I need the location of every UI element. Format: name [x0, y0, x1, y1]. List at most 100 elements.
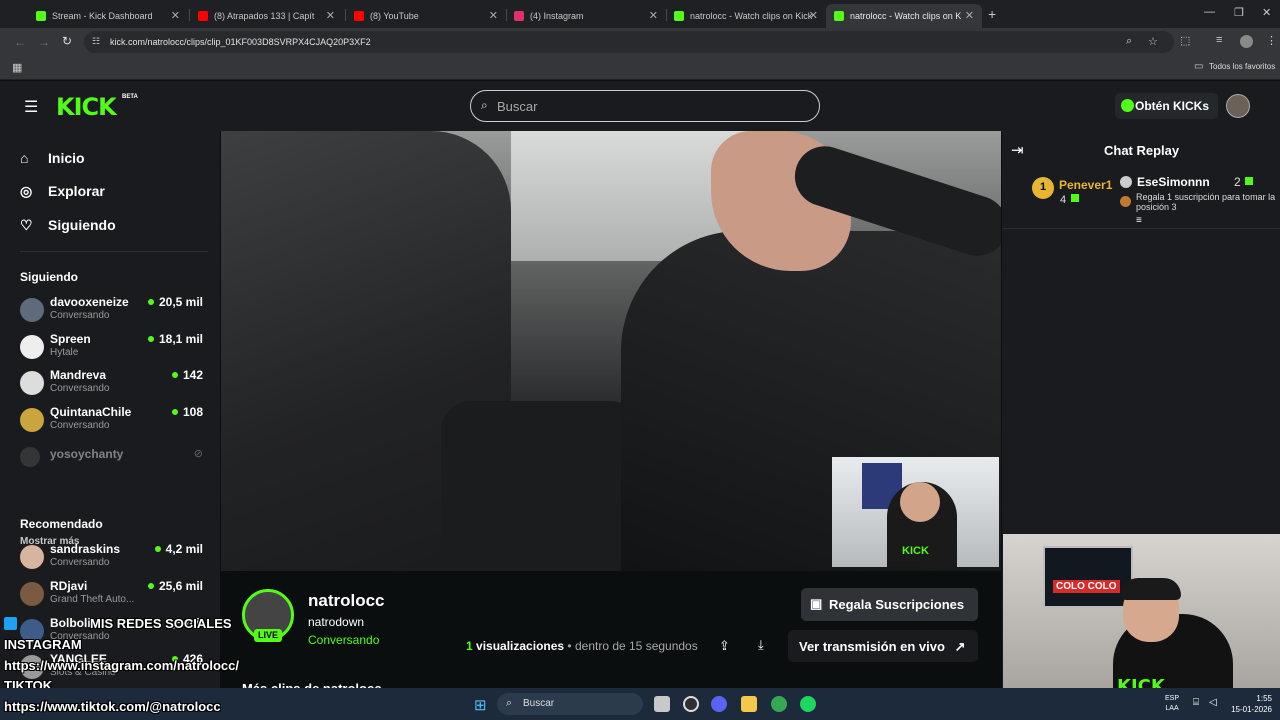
clock-date: 15-01-2026 [1231, 705, 1272, 714]
sidebar-channel[interactable]: RDjavi Grand Theft Auto... 25,6 mil [20, 579, 210, 611]
cam-face [900, 482, 940, 522]
viewer-count: 25,6 mil [148, 579, 203, 593]
apps-grid-icon[interactable]: ▦ [12, 61, 22, 74]
folder-icon: ▭ [1194, 61, 1204, 72]
nav-label: Inicio [48, 150, 85, 166]
taskbar-search[interactable]: ⌕ Buscar [497, 693, 643, 715]
download-icon[interactable]: ⤓ [758, 637, 764, 653]
browser-tab[interactable]: natrolocc - Watch clips on Kick ✕ [666, 4, 826, 28]
forward-icon[interactable]: → [38, 35, 50, 49]
tab-label: (8) Atrapados 133 | Capít [214, 11, 315, 21]
leader2-name[interactable]: EseSimonnn [1137, 175, 1210, 189]
clip-views: 1 visualizaciones • dentro de 15 segundo… [466, 639, 698, 653]
extensions-icon[interactable]: ⬚ [1180, 34, 1190, 47]
browser-tab[interactable]: (8) Atrapados 133 | Capít ✕ [190, 4, 343, 28]
colo-colo-flag [1043, 546, 1133, 608]
file-explorer-icon[interactable] [741, 696, 757, 712]
browser-tab-active[interactable]: natrolocc - Watch clips on K ✕ [826, 4, 982, 28]
following-title: Siguiendo [20, 270, 78, 284]
url-input[interactable]: ☷ kick.com/natrolocc/clips/clip_01KF003D… [84, 31, 1174, 53]
profile-avatar[interactable] [1240, 35, 1253, 48]
back-icon[interactable]: ← [14, 35, 26, 49]
kick-favicon-icon [36, 11, 46, 21]
gift-subs-button[interactable]: ▣ Regala Suscripciones [801, 588, 978, 621]
viewer-count: 108 [172, 405, 203, 419]
user-avatar[interactable] [1226, 94, 1250, 118]
menu-icon[interactable]: ⋮ [1266, 34, 1277, 47]
avatar [20, 408, 44, 432]
sidebar-channel[interactable]: Mandreva Conversando 142 [20, 368, 210, 400]
bookmark-star-icon[interactable]: ☆ [1148, 35, 1158, 48]
new-tab-icon[interactable]: + [988, 6, 996, 22]
discord-icon[interactable] [711, 696, 727, 712]
channel-name: RDjavi [50, 579, 88, 593]
clock-time: 1:55 [1256, 694, 1272, 703]
streamer-hair [1121, 578, 1181, 600]
windows-start-icon[interactable]: ⊞ [474, 696, 487, 714]
avatar [20, 447, 40, 467]
avatar [20, 582, 44, 606]
sidebar-channel[interactable]: sandraskins Conversando 4,2 mil [20, 542, 210, 574]
social-title: MIS REDES SOCIALES [90, 616, 232, 631]
channel-name: Mandreva [50, 368, 107, 382]
collapse-chat-icon[interactable]: ⇥ [1011, 141, 1024, 159]
all-bookmarks-link[interactable]: Todos los favoritos [1209, 62, 1275, 71]
recommended-title: Recomendado [20, 517, 103, 531]
nav-item-home[interactable]: ⌂ Inicio [20, 150, 85, 166]
close-tab-icon[interactable]: ✕ [171, 9, 180, 22]
sidebar-channel[interactable]: QuintanaChile Conversando 108 [20, 405, 210, 437]
channel-name-title[interactable]: natrolocc [308, 591, 385, 611]
search-input[interactable]: ⌕ Buscar [470, 90, 820, 122]
search-placeholder: Buscar [497, 99, 538, 114]
nav-item-explore[interactable]: ◎ Explorar [20, 183, 105, 200]
kick-logo[interactable]: KICK [56, 93, 117, 121]
expand-leaderboard-icon[interactable]: ≡ [1136, 215, 1142, 226]
youtube-favicon-icon [198, 11, 208, 21]
gift-subs-label: Regala Suscripciones [829, 597, 965, 612]
hamburger-menu-icon[interactable]: ☰ [24, 97, 38, 117]
language-indicator[interactable]: ESP LAA [1165, 694, 1179, 714]
network-icon[interactable]: ⌸ [1193, 697, 1199, 708]
watch-live-button[interactable]: Ver transmisión en vivo ↗ [788, 630, 978, 662]
close-tab-icon[interactable]: ✕ [809, 9, 818, 22]
sidebar-channel-offline[interactable]: yosoychanty ⊘ [20, 447, 210, 479]
browser-tab[interactable]: Stream - Kick Dashboard ✕ [28, 4, 188, 28]
obs-icon[interactable] [683, 696, 699, 712]
channel-name: yosoychanty [50, 447, 124, 461]
gift-leaderboard: 1 Penever1 4 EseSimonnn 2 Regala 1 suscr… [1002, 169, 1280, 229]
media-control-icon[interactable]: ≡ [1216, 34, 1222, 46]
search-icon: ⌕ [506, 697, 513, 709]
zoom-icon[interactable]: ⌕ [1126, 35, 1132, 48]
site-info-icon[interactable]: ☷ [92, 36, 100, 47]
get-kicks-button[interactable]: Obtén KICKs [1115, 93, 1218, 119]
bot-icon [4, 617, 17, 630]
lang-secondary: LAA [1165, 705, 1179, 712]
viewer-count: 4,2 mil [155, 542, 203, 556]
close-tab-icon[interactable]: ✕ [326, 9, 335, 22]
browser-tab[interactable]: (4) Instagram ✕ [506, 4, 666, 28]
sidebar-channel[interactable]: Spreen Hytale 18,1 mil [20, 332, 210, 364]
close-tab-icon[interactable]: ✕ [649, 9, 658, 22]
share-icon[interactable]: ⇪ [719, 638, 730, 654]
leader-count: 4 [1060, 194, 1067, 206]
bookmarks-bar: ▦ ▭ Todos los favoritos [0, 56, 1280, 80]
browser-tab[interactable]: (8) YouTube ✕ [346, 4, 506, 28]
task-view-icon[interactable] [654, 696, 670, 712]
channel-category: Conversando [50, 310, 110, 321]
reload-icon[interactable]: ↻ [62, 34, 72, 48]
windows-taskbar: https://www.tiktok.com/@natrolocc ⊞ ⌕ Bu… [0, 688, 1280, 720]
minimize-icon[interactable]: — [1204, 6, 1215, 18]
clip-category[interactable]: Conversando [308, 633, 379, 647]
leader-name[interactable]: Penever1 [1059, 178, 1112, 192]
window-close-icon[interactable]: ✕ [1262, 6, 1271, 19]
system-clock[interactable]: 1:55 15-01-2026 [1228, 693, 1272, 715]
spotify-icon[interactable] [800, 696, 816, 712]
close-tab-icon[interactable]: ✕ [965, 9, 974, 22]
volume-icon[interactable]: ◁ [1209, 697, 1217, 708]
chrome-icon[interactable] [771, 696, 787, 712]
close-tab-icon[interactable]: ✕ [489, 9, 498, 22]
address-bar-row: ← → ↻ ☷ kick.com/natrolocc/clips/clip_01… [0, 28, 1280, 56]
nav-item-following[interactable]: ♡ Siguiendo [20, 217, 116, 234]
sidebar-channel[interactable]: davooxeneize Conversando 20,5 mil [20, 295, 210, 327]
maximize-icon[interactable]: ❐ [1234, 6, 1244, 19]
